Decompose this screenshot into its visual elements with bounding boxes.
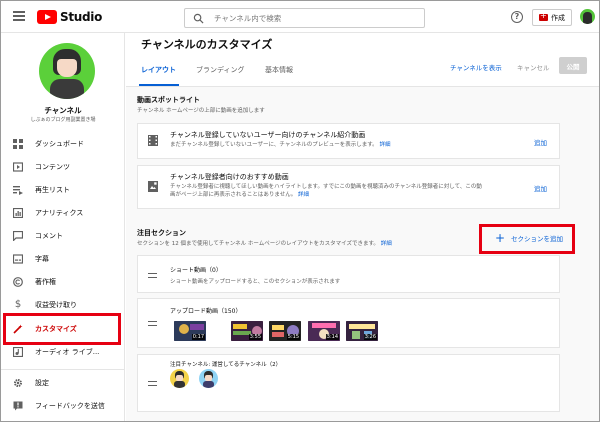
channel-subtitle: しぶぁのブログ用副業置き場 bbox=[30, 117, 96, 123]
section-row-uploads[interactable]: アップロード動画（150） 0:17 3:55 5:15 3:14 3:26 bbox=[137, 298, 560, 348]
page-header: チャンネルのカスタマイズ レイアウト ブランディング 基本情報 チャンネルを表示… bbox=[126, 33, 599, 87]
tab-basic-info[interactable]: 基本情報 bbox=[265, 65, 293, 75]
sidebar-item-label: フィードバックを送信 bbox=[35, 401, 105, 410]
playlist-icon bbox=[13, 185, 23, 195]
section-title: 注目チャンネル: 運営してるチャンネル（2） bbox=[170, 362, 282, 368]
youtube-logo-icon bbox=[37, 10, 57, 24]
audio-library-icon bbox=[13, 346, 23, 357]
card-title: チャンネル登録者向けのおすすめ動画 bbox=[170, 173, 289, 181]
featured-sections-title: 注目セクション bbox=[137, 229, 186, 237]
sidebar-item-label: ダッシュボード bbox=[35, 139, 84, 148]
channel-name: チャンネル bbox=[44, 106, 82, 115]
learn-more-link[interactable]: 詳細 bbox=[379, 142, 390, 148]
video-duration: 0:17 bbox=[191, 334, 205, 340]
content-icon bbox=[13, 161, 23, 172]
section-row-featured-channels[interactable]: 注目チャンネル: 運営してるチャンネル（2） bbox=[137, 354, 560, 412]
feedback-icon bbox=[13, 401, 23, 411]
video-thumbnail: 3:26 bbox=[346, 321, 378, 341]
search-input[interactable] bbox=[214, 13, 414, 23]
view-channel-link[interactable]: チャンネルを表示 bbox=[450, 62, 502, 72]
featured-video-card: チャンネル登録者向けのおすすめ動画 チャンネル登録者に視聴してほしい動画をハイラ… bbox=[137, 165, 560, 209]
video-thumbnail: 5:15 bbox=[269, 321, 301, 341]
spotlight-title: 動画スポットライト bbox=[137, 96, 200, 104]
sidebar-item-label: 再生リスト bbox=[35, 185, 70, 194]
video-thumbnail: 3:14 bbox=[308, 321, 340, 341]
add-featured-video-button[interactable]: 追加 bbox=[534, 183, 547, 193]
sidebar-item-label: 著作権 bbox=[35, 277, 56, 286]
learn-more-link[interactable]: 詳細 bbox=[381, 241, 392, 247]
page-title: チャンネルのカスタマイズ bbox=[141, 38, 273, 51]
section-row-shorts[interactable]: ショート動画（0） ショート動画をアップロードすると、このセクションが表示されま… bbox=[137, 255, 560, 293]
copyright-icon bbox=[13, 276, 23, 287]
top-bar: Studio ? 作成 bbox=[1, 1, 599, 33]
comment-icon bbox=[13, 230, 23, 241]
featured-sections-desc: セクションを 12 個まで使用してチャンネル ホームページのレイアウトをカスタマ… bbox=[137, 241, 392, 247]
cancel-button[interactable]: キャンセル bbox=[517, 62, 550, 72]
learn-more-link[interactable]: 詳細 bbox=[298, 192, 309, 198]
subtitles-icon bbox=[13, 253, 23, 264]
account-avatar[interactable] bbox=[580, 9, 595, 24]
sidebar-item-label: コメント bbox=[35, 231, 63, 240]
sidebar-item-settings[interactable]: 設定 bbox=[1, 371, 125, 394]
sidebar-item-label: コンテンツ bbox=[35, 162, 70, 171]
card-desc: まだチャンネル登録していないユーザーに、チャンネルのプレビューを表示します。 詳… bbox=[170, 142, 391, 148]
dollar-icon: $ bbox=[14, 299, 22, 310]
sidebar-item-feedback[interactable]: フィードバックを送信 bbox=[1, 394, 125, 417]
sidebar-item-comments[interactable]: コメント bbox=[1, 224, 125, 247]
card-desc: チャンネル登録者に視聴してほしい動画をハイライトします。すでにこの動画を視聴済み… bbox=[170, 184, 482, 198]
tab-layout[interactable]: レイアウト bbox=[141, 65, 176, 75]
section-title: ショート動画（0） bbox=[170, 267, 222, 274]
tab-branding[interactable]: ブランディング bbox=[196, 65, 245, 75]
studio-logo[interactable]: Studio bbox=[37, 10, 102, 24]
channel-avatar[interactable] bbox=[39, 43, 95, 99]
search-box[interactable] bbox=[184, 8, 425, 28]
video-duration: 5:15 bbox=[286, 334, 300, 340]
video-duration: 3:14 bbox=[325, 334, 339, 340]
help-icon[interactable]: ? bbox=[511, 11, 523, 23]
publish-button[interactable]: 公開 bbox=[559, 57, 587, 74]
video-thumbnail: 0:17 bbox=[174, 321, 206, 341]
sidebar-item-label: アナリティクス bbox=[35, 208, 84, 217]
sidebar-item-label: オーディオ ライブ... bbox=[35, 347, 100, 356]
sidebar-item-subtitles[interactable]: 字幕 bbox=[1, 247, 125, 270]
sidebar-item-copyright[interactable]: 著作権 bbox=[1, 270, 125, 293]
analytics-icon bbox=[13, 207, 23, 218]
spotlight-desc: チャンネル ホームページの上部に動画を追加します bbox=[137, 108, 265, 114]
sidebar-divider bbox=[1, 369, 125, 370]
drag-handle-icon[interactable] bbox=[148, 273, 157, 278]
card-title: チャンネル登録していないユーザー向けのチャンネル紹介動画 bbox=[170, 131, 366, 139]
gear-icon bbox=[13, 378, 23, 388]
sidebar-item-label: 設定 bbox=[35, 378, 49, 387]
section-desc: ショート動画をアップロードすると、このセクションが表示されます bbox=[170, 279, 341, 285]
logo-text: Studio bbox=[60, 10, 103, 24]
sidebar-item-analytics[interactable]: アナリティクス bbox=[1, 201, 125, 224]
sidebar: チャンネル しぶぁのブログ用副業置き場 ダッシュボード コンテンツ 再生リスト … bbox=[1, 33, 125, 421]
video-thumbnail: 3:55 bbox=[231, 321, 263, 341]
sidebar-item-label: 収益受け取り bbox=[35, 300, 77, 309]
create-label: 作成 bbox=[551, 13, 565, 22]
add-trailer-button[interactable]: 追加 bbox=[534, 137, 547, 147]
drag-handle-icon[interactable] bbox=[148, 321, 157, 326]
active-tab-indicator bbox=[139, 84, 179, 86]
sidebar-item-label: 字幕 bbox=[35, 254, 49, 263]
featured-video-icon bbox=[148, 181, 158, 192]
annotation-highlight-customization bbox=[3, 313, 121, 345]
sidebar-item-content[interactable]: コンテンツ bbox=[1, 155, 125, 178]
search-icon bbox=[193, 13, 204, 24]
video-duration: 3:26 bbox=[363, 334, 377, 340]
film-icon bbox=[148, 135, 158, 146]
drag-handle-icon[interactable] bbox=[148, 381, 157, 386]
create-button[interactable]: 作成 bbox=[532, 9, 572, 26]
sidebar-item-playlists[interactable]: 再生リスト bbox=[1, 178, 125, 201]
channel-trailer-card: チャンネル登録していないユーザー向けのチャンネル紹介動画 まだチャンネル登録して… bbox=[137, 123, 560, 159]
featured-channel-avatar bbox=[199, 369, 218, 388]
dashboard-icon bbox=[13, 138, 23, 149]
section-title: アップロード動画（150） bbox=[170, 308, 242, 315]
menu-icon[interactable] bbox=[13, 11, 25, 21]
annotation-highlight-add-section bbox=[479, 224, 575, 254]
sidebar-item-dashboard[interactable]: ダッシュボード bbox=[1, 132, 125, 155]
video-duration: 3:55 bbox=[248, 334, 262, 340]
featured-channel-avatar bbox=[170, 369, 189, 388]
create-video-icon bbox=[539, 11, 548, 21]
